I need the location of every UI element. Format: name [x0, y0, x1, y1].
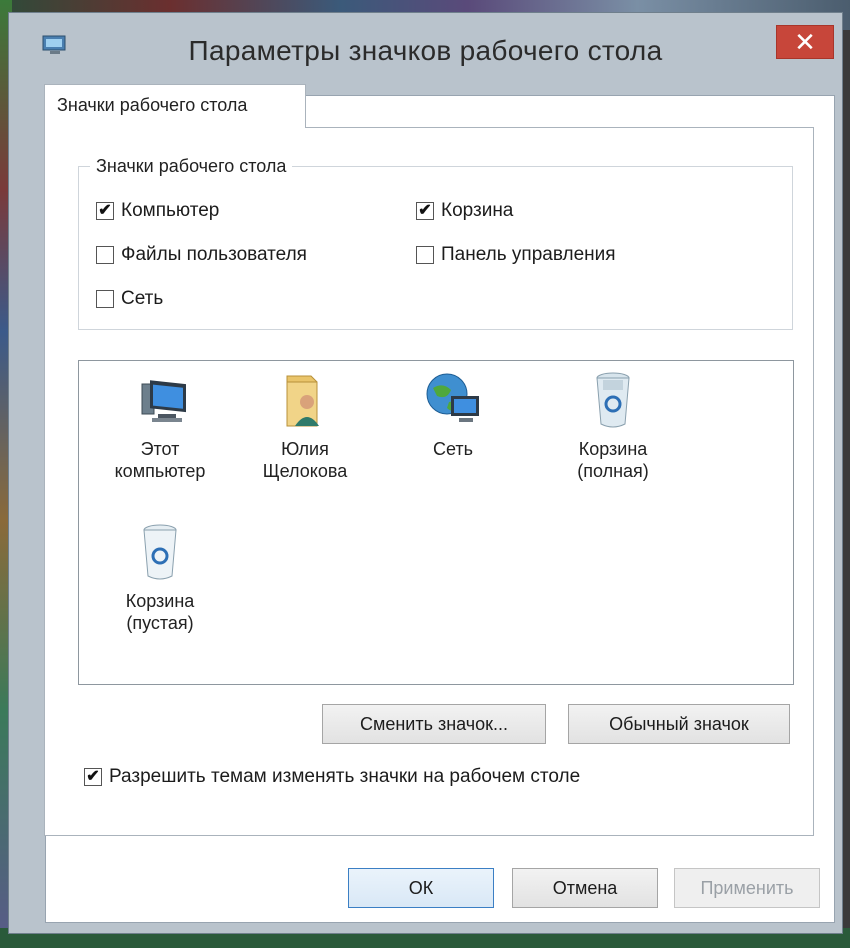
checkbox-box[interactable]	[96, 290, 114, 308]
checkbox-box[interactable]	[416, 246, 434, 264]
icon-item-this-pc[interactable]: Этот компьютер	[95, 368, 225, 482]
group-legend: Значки рабочего стола	[90, 156, 293, 177]
cancel-button[interactable]: Отмена	[512, 868, 658, 908]
checkbox-control-panel[interactable]: Панель управления	[416, 244, 616, 266]
computer-icon	[141, 380, 186, 422]
icon-item-recycle-bin-empty[interactable]: Корзина (пустая)	[95, 520, 225, 634]
title-bar[interactable]: Параметры значков рабочего стола ✕	[9, 13, 842, 85]
default-icon-button[interactable]: Обычный значок	[568, 704, 790, 744]
icon-label: Этот компьютер	[114, 439, 206, 481]
checkbox-recycle-bin[interactable]: ✔ Корзина	[416, 200, 513, 222]
recycle-bin-full-icon	[596, 372, 630, 428]
window-title: Параметры значков рабочего стола	[188, 35, 663, 66]
user-folder-icon	[286, 375, 319, 427]
icon-item-recycle-bin-full[interactable]: Корзина (полная)	[548, 368, 678, 482]
checkbox-label: Сеть	[121, 288, 164, 309]
apply-button[interactable]: Применить	[674, 868, 820, 908]
checkbox-network[interactable]: Сеть	[96, 288, 163, 310]
tab-desktop-icons[interactable]: Значки рабочего стола	[44, 84, 306, 128]
icon-item-network[interactable]: Сеть	[388, 368, 518, 460]
checkbox-box[interactable]: ✔	[96, 202, 114, 220]
change-icon-button[interactable]: Сменить значок...	[322, 704, 546, 744]
checkbox-label: Файлы пользователя	[121, 244, 307, 265]
checkbox-computer[interactable]: ✔ Компьютер	[96, 200, 219, 222]
checkbox-label: Компьютер	[121, 200, 220, 221]
network-icon	[426, 373, 479, 422]
checkbox-box[interactable]: ✔	[84, 768, 102, 786]
icon-label: Сеть	[432, 439, 474, 459]
recycle-bin-empty-icon	[143, 524, 177, 580]
checkbox-user-files[interactable]: Файлы пользователя	[96, 244, 307, 266]
icon-label: Корзина (полная)	[577, 439, 649, 481]
icon-label: Корзина (пустая)	[125, 591, 195, 633]
checkbox-label: Разрешить темам изменять значки на рабоч…	[109, 766, 581, 787]
checkbox-allow-themes[interactable]: ✔ Разрешить темам изменять значки на раб…	[84, 766, 580, 788]
close-button[interactable]: ✕	[776, 25, 834, 59]
checkbox-label: Корзина	[441, 200, 514, 221]
ok-button[interactable]: ОК	[348, 868, 494, 908]
checkbox-box[interactable]: ✔	[416, 202, 434, 220]
icon-item-user-folder[interactable]: Юлия Щелокова	[240, 368, 370, 482]
checkbox-box[interactable]	[96, 246, 114, 264]
icon-label: Юлия Щелокова	[262, 439, 348, 481]
checkbox-label: Панель управления	[441, 244, 616, 265]
